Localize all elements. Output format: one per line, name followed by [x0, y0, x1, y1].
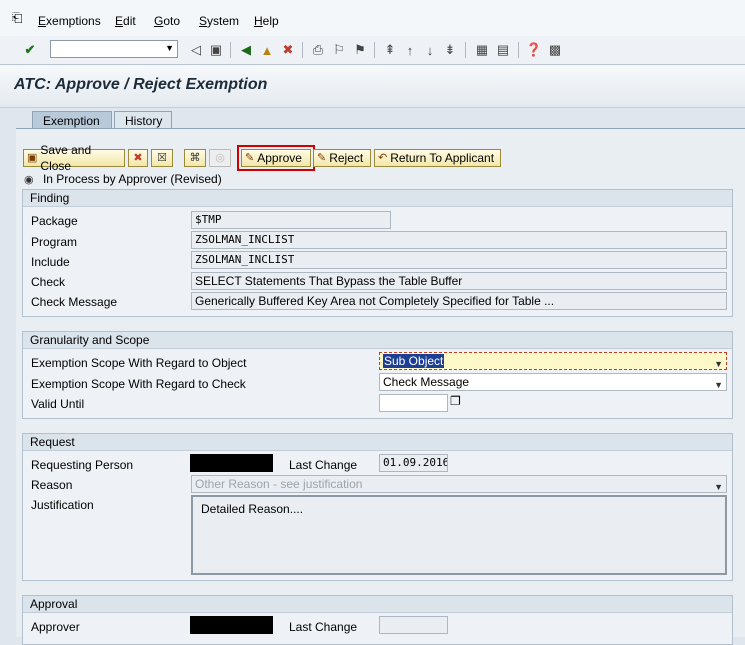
tab-exemption[interactable]: Exemption	[32, 111, 112, 129]
approve-highlight-box	[237, 145, 315, 171]
object-scope-select[interactable]: Sub Object ▼	[379, 352, 727, 370]
approval-last-change-field[interactable]	[379, 616, 448, 634]
new-session-icon[interactable]: ▦	[474, 42, 490, 58]
print-icon[interactable]: ⎙	[310, 42, 326, 58]
return-to-applicant-button[interactable]: ↶ Return To Applicant	[374, 149, 501, 167]
status-text: In Process by Approver (Revised)	[42, 172, 222, 186]
circle-icon: ◎	[215, 152, 225, 164]
glasses-icon: ⌘	[189, 152, 201, 164]
justification-label: Justification	[31, 498, 94, 512]
toolbar-separator	[230, 42, 231, 58]
exit-icon[interactable]: ▲	[259, 42, 275, 58]
valid-until-field[interactable]	[379, 394, 448, 412]
finding-title: Finding	[23, 190, 732, 207]
toolbar-separator	[465, 42, 466, 58]
menu-bar: ⎗ Exemptions Edit Goto System Help	[0, 0, 745, 37]
object-scope-label: Exemption Scope With Regard to Object	[31, 356, 247, 370]
reject-icon: ✎	[317, 152, 327, 164]
command-field[interactable]: ▼	[50, 40, 178, 58]
previous-page-icon[interactable]: ↑	[402, 42, 418, 58]
requesting-person-field[interactable]	[190, 454, 273, 472]
granularity-title: Granularity and Scope	[23, 332, 732, 349]
request-title: Request	[23, 434, 732, 451]
menu-help[interactable]: Help	[254, 14, 279, 28]
title-bar: ATC: Approve / Reject Exemption	[0, 65, 745, 108]
reason-select[interactable]: Other Reason - see justification ▼	[191, 475, 727, 493]
chevron-down-icon[interactable]: ▼	[714, 356, 723, 369]
shortcut-icon[interactable]: ▤	[495, 42, 511, 58]
menu-system[interactable]: System	[199, 14, 239, 28]
last-change-field[interactable]: 01.09.2016	[379, 454, 448, 472]
package-field[interactable]: $TMP	[191, 211, 391, 229]
sap-menu-icon[interactable]: ⎗	[12, 10, 22, 26]
trash-button[interactable]: ☒	[151, 149, 173, 167]
cancel-icon[interactable]: ✖	[280, 42, 296, 58]
approver-label: Approver	[31, 620, 80, 634]
return-icon: ↶	[378, 152, 388, 164]
reason-value: Other Reason - see justification	[195, 477, 363, 491]
check-scope-select[interactable]: Check Message ▼	[379, 373, 727, 391]
chevron-down-icon[interactable]: ▼	[165, 43, 174, 53]
save-icon: ▣	[27, 152, 38, 164]
tab-history[interactable]: History	[114, 111, 172, 129]
save-and-close-button[interactable]: ▣ Save and Close	[23, 143, 125, 173]
program-field[interactable]: ZSOLMAN_INCLIST	[191, 231, 727, 249]
find-next-icon[interactable]: ⚑	[352, 42, 368, 58]
calendar-icon[interactable]: ❐	[450, 394, 461, 408]
menu-edit[interactable]: Edit	[115, 14, 136, 28]
first-page-icon[interactable]: ⇞	[382, 42, 398, 58]
check-message-label: Check Message	[31, 295, 118, 309]
trash-icon: ☒	[157, 152, 167, 164]
back-arrow-icon[interactable]: ◁	[188, 42, 204, 58]
reason-label: Reason	[31, 478, 73, 492]
approver-field[interactable]	[190, 616, 273, 634]
help-icon[interactable]: ❓	[526, 42, 542, 58]
include-label: Include	[31, 255, 70, 269]
approval-title: Approval	[23, 596, 732, 613]
last-page-icon[interactable]: ⇟	[442, 42, 458, 58]
check-message-field[interactable]: Generically Buffered Key Area not Comple…	[191, 292, 727, 310]
check-scope-value: Check Message	[383, 375, 470, 389]
check-field[interactable]: SELECT Statements That Bypass the Table …	[191, 272, 727, 290]
chevron-down-icon[interactable]: ▼	[714, 479, 723, 492]
reject-button[interactable]: ✎ Reject	[313, 149, 371, 167]
enter-check-icon[interactable]: ✔	[22, 42, 38, 58]
status-line: ◉ In Process by Approver (Revised)	[24, 172, 222, 186]
check-label: Check	[31, 275, 66, 289]
page-title: ATC: Approve / Reject Exemption	[14, 76, 268, 93]
disabled-button[interactable]: ◎	[209, 149, 231, 167]
standard-toolbar: ✔ ▼ ◁ ▣ ◀ ▲ ✖ ⎙ ⚐ ⚑ ⇞ ↑ ↓ ⇟ ▦ ▤ ❓ ▩	[0, 36, 745, 65]
save-icon[interactable]: ▣	[208, 42, 224, 58]
justification-text: Detailed Reason....	[201, 502, 304, 516]
toolbar-separator	[518, 42, 519, 58]
requesting-person-label: Requesting Person	[31, 458, 134, 472]
status-icon: ◉	[24, 174, 34, 186]
finding-group: Finding Package $TMP Program ZSOLMAN_INC…	[22, 189, 733, 317]
include-field[interactable]: ZSOLMAN_INCLIST	[191, 251, 727, 269]
granularity-group: Granularity and Scope Exemption Scope Wi…	[22, 331, 733, 419]
delete-button[interactable]: ✖	[128, 149, 148, 167]
justification-textarea[interactable]: Detailed Reason....	[191, 495, 727, 575]
close-icon: ✖	[133, 152, 143, 164]
back-icon[interactable]: ◀	[238, 42, 254, 58]
toolbar-separator	[302, 42, 303, 58]
approval-group: Approval Approver Last Change	[22, 595, 733, 645]
valid-until-label: Valid Until	[31, 397, 85, 411]
package-label: Package	[31, 214, 78, 228]
layout-menu-icon[interactable]: ▩	[547, 42, 563, 58]
program-label: Program	[31, 235, 78, 249]
next-page-icon[interactable]: ↓	[422, 42, 438, 58]
approval-last-change-label: Last Change	[289, 620, 358, 634]
chevron-down-icon[interactable]: ▼	[714, 377, 723, 390]
toolbar-separator	[374, 42, 375, 58]
request-group: Request Requesting Person Last Change 01…	[22, 433, 733, 581]
check-scope-label: Exemption Scope With Regard to Check	[31, 377, 246, 391]
last-change-label: Last Change	[289, 458, 358, 472]
find-icon[interactable]: ⚐	[331, 42, 347, 58]
menu-exemptions[interactable]: Exemptions	[38, 14, 101, 28]
object-scope-value: Sub Object	[383, 354, 445, 368]
menu-goto[interactable]: Goto	[154, 14, 180, 28]
display-change-button[interactable]: ⌘	[184, 149, 206, 167]
